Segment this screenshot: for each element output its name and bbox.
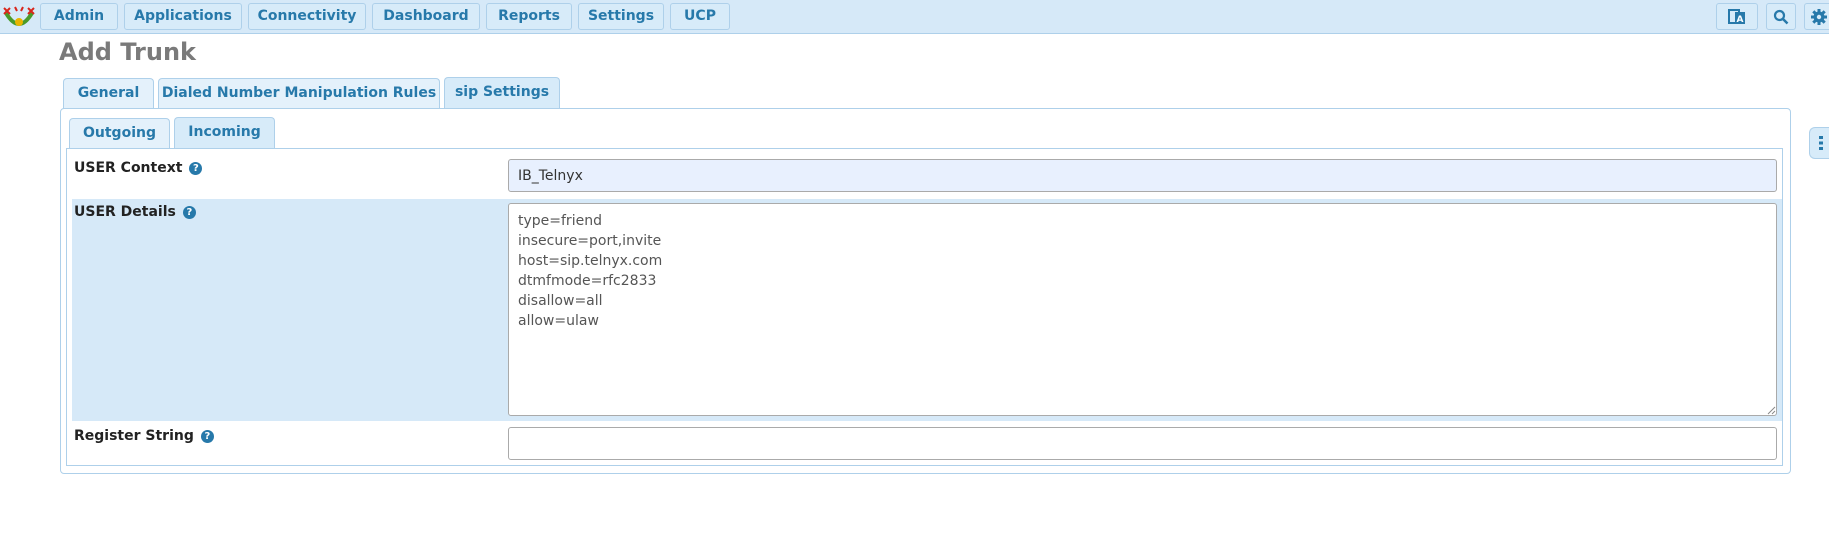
nav-admin[interactable]: Admin xyxy=(40,3,118,30)
tab-sip-settings[interactable]: sip Settings xyxy=(444,77,560,109)
settings-button[interactable] xyxy=(1804,3,1829,30)
register-string-input[interactable] xyxy=(508,427,1777,460)
user-details-textarea[interactable]: type=friend insecure=port,invite host=si… xyxy=(508,203,1777,416)
user-context-label: USER Context ? xyxy=(74,160,203,176)
top-nav-bar: Admin Applications Connectivity Dashboar… xyxy=(0,0,1829,34)
resize-handle-icon[interactable] xyxy=(1767,406,1776,415)
more-vertical-icon xyxy=(1818,136,1823,150)
user-details-help-icon[interactable]: ? xyxy=(182,205,196,219)
register-string-label-text: Register String xyxy=(74,428,194,444)
tab-outgoing[interactable]: Outgoing xyxy=(69,118,170,149)
language-icon: A xyxy=(1728,8,1745,25)
gear-icon xyxy=(1811,8,1827,25)
nav-ucp[interactable]: UCP xyxy=(670,3,730,30)
freepbx-logo-icon[interactable] xyxy=(2,5,36,31)
register-string-help-icon[interactable]: ? xyxy=(200,429,214,443)
page-title: Add Trunk xyxy=(59,38,196,66)
tab-incoming[interactable]: Incoming xyxy=(174,117,275,149)
svg-text:A: A xyxy=(1737,15,1744,25)
nav-reports[interactable]: Reports xyxy=(486,3,572,30)
nav-connectivity[interactable]: Connectivity xyxy=(248,3,366,30)
user-context-input[interactable] xyxy=(508,159,1777,192)
search-icon xyxy=(1773,9,1789,24)
tab-dialed-number-manipulation-rules[interactable]: Dialed Number Manipulation Rules xyxy=(158,78,440,109)
nav-dashboard[interactable]: Dashboard xyxy=(372,3,480,30)
search-button[interactable] xyxy=(1766,3,1796,30)
language-button[interactable]: A xyxy=(1716,3,1758,30)
register-string-label: Register String ? xyxy=(74,428,214,444)
user-details-label: USER Details ? xyxy=(74,204,196,220)
user-context-label-text: USER Context xyxy=(74,160,183,176)
nav-applications[interactable]: Applications xyxy=(124,3,242,30)
user-context-help-icon[interactable]: ? xyxy=(189,161,203,175)
tab-general[interactable]: General xyxy=(63,78,154,109)
side-panel-toggle[interactable] xyxy=(1809,127,1829,159)
user-details-label-text: USER Details xyxy=(74,204,176,220)
nav-settings[interactable]: Settings xyxy=(578,3,664,30)
